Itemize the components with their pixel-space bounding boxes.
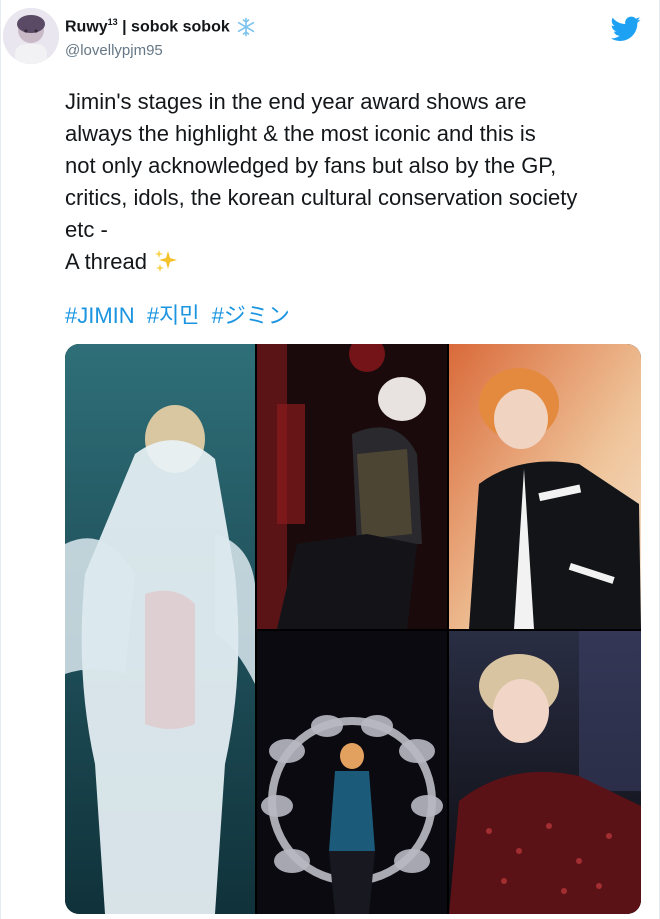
photo-white-outfit[interactable] [65,344,255,914]
photo-fan-dance[interactable] [257,631,447,914]
photo-black-outfit[interactable] [257,344,447,629]
display-name[interactable]: Ruwy13 | sobok sobok [65,17,230,36]
photo-blonde-hair[interactable] [449,631,641,914]
sparkles-icon [153,248,179,274]
twitter-bird-icon[interactable] [610,16,641,42]
user-handle[interactable]: @lovellypjm95 [65,42,256,59]
hashtag-jimin-korean[interactable]: #지민 [147,303,200,328]
tweet-text-line: Jimin's stages in the end year award sho… [65,89,527,114]
tweet-text-line: always the highlight & the most iconic a… [65,121,536,146]
tweet-text: Jimin's stages in the end year award sho… [65,86,651,278]
tweet-text-line: critics, idols, the korean cultural cons… [65,185,578,210]
hashtag-list: #JIMIN #지민 #ジミン [65,298,296,330]
tweet-card: Ruwy13 | sobok sobok @lovellypjm95 Jimin… [0,0,660,919]
tweet-text-line: A thread [65,249,147,274]
snowflake-icon [236,17,256,37]
tweet-text-line: etc - [65,217,108,242]
tweet-text-line-last: A thread [65,246,651,278]
tweet-text-line: not only acknowledged by fans but also b… [65,153,557,178]
photo-orange-hair[interactable] [449,344,641,629]
display-name-superscript: 13 [107,17,118,28]
display-name-suffix: | sobok sobok [117,18,230,36]
hashtag-jimin-japanese[interactable]: #ジミン [212,303,290,328]
avatar[interactable] [3,8,59,64]
display-name-text: Ruwy [65,18,108,36]
tweet-header: Ruwy13 | sobok sobok @lovellypjm95 [1,0,660,80]
hashtag-jimin[interactable]: #JIMIN [65,303,135,328]
media-grid [65,344,641,914]
